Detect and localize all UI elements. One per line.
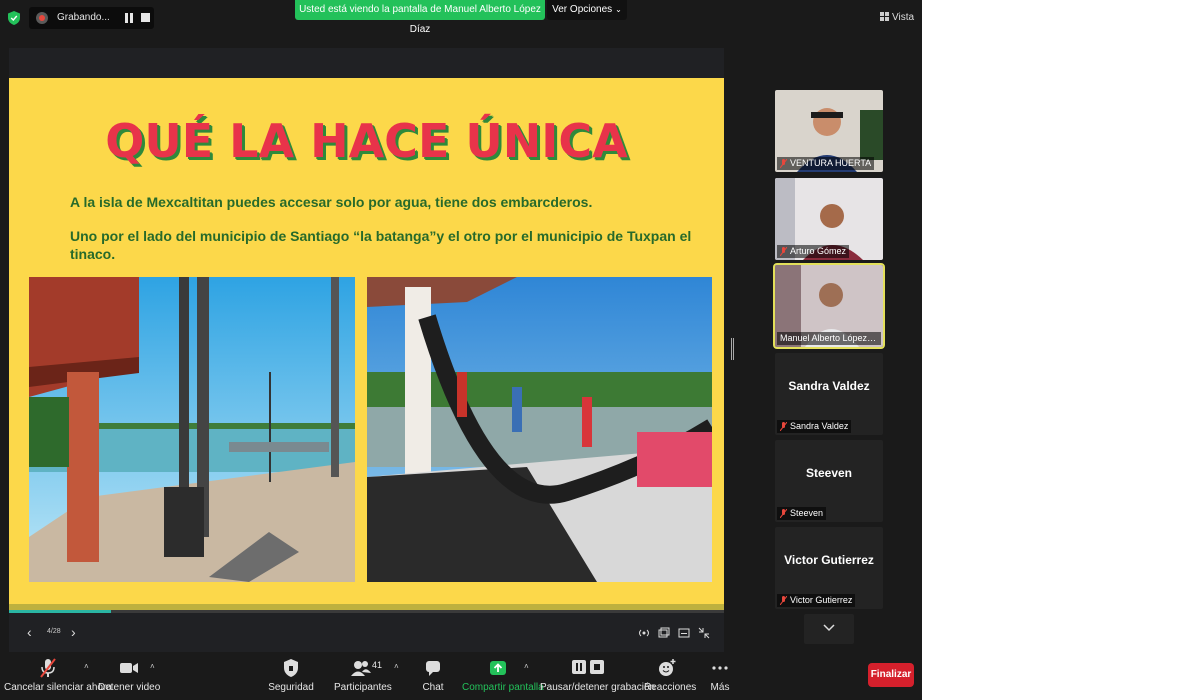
participant-name: Arturo Gómez — [790, 246, 847, 256]
stop-recording-icon[interactable] — [141, 13, 150, 22]
reactions-label: Reacciones — [644, 682, 697, 693]
view-options-label: Ver Opciones — [552, 4, 613, 15]
participants-count: 41 — [372, 660, 383, 670]
chat-label: Chat — [422, 682, 444, 693]
end-meeting-button[interactable]: Finalizar — [868, 663, 914, 687]
slide-progress-bar — [9, 610, 724, 613]
slide-title: QUÉ LA HACE ÚNICA — [105, 114, 628, 168]
participant-tile[interactable]: VENTURA HUERTA — [775, 90, 883, 172]
share-screen-icon — [490, 661, 506, 675]
participant-tile[interactable]: Arturo Gómez — [775, 178, 883, 260]
more-label: Más — [710, 682, 730, 693]
participants-icon — [351, 661, 371, 676]
dock-photo-left — [29, 277, 355, 582]
presentation-tools — [638, 626, 710, 639]
grid-icon — [880, 12, 889, 21]
next-slide-icon[interactable]: › — [71, 624, 76, 640]
audio-options-chevron-icon[interactable]: ˄ — [84, 662, 89, 671]
chevron-down-icon: ⌄ — [615, 5, 622, 14]
participant-tile[interactable]: Sandra Valdez Sandra Valdez — [775, 353, 883, 435]
participant-name: Steeven — [790, 508, 824, 518]
recording-indicator: Grabando... — [29, 7, 154, 29]
unmute-label: Cancelar silenciar ahora — [4, 682, 112, 693]
reaction-smiley-icon — [659, 659, 676, 676]
exit-fullscreen-icon[interactable] — [698, 626, 710, 639]
participant-name: Manuel Alberto López D... — [780, 333, 881, 343]
unmute-button[interactable]: Cancelar silenciar ahora — [4, 652, 112, 700]
meeting-window: Grabando... Usted está viendo la pantall… — [0, 0, 922, 700]
recording-label: Grabando... — [57, 12, 110, 23]
slide-progress-fill — [9, 610, 112, 613]
slide-paragraph-2: Uno por el lado del municipio de Santiag… — [70, 228, 692, 262]
screen-share-banner: Usted está viendo la pantalla de Manuel … — [295, 0, 545, 35]
window-icon[interactable] — [658, 626, 670, 638]
more-participants-button[interactable] — [804, 614, 854, 644]
participants-options-chevron-icon[interactable]: ˄ — [394, 662, 399, 671]
previous-slide-icon[interactable]: ‹ — [27, 624, 32, 640]
chat-bubble-icon — [426, 661, 440, 676]
presentation-slide: QUÉ LA HACE ÚNICA A la isla de Mexcaltit… — [9, 78, 724, 613]
security-button[interactable]: Seguridad — [266, 652, 316, 700]
presentation-controls: ‹ 4/28 › — [9, 618, 724, 648]
muted-mic-icon — [780, 509, 787, 518]
view-button-label: Vista — [892, 12, 915, 23]
participant-name: VENTURA HUERTA — [790, 158, 872, 168]
muted-mic-icon — [780, 596, 787, 605]
reactions-button[interactable]: Reacciones — [644, 652, 697, 700]
participant-tile[interactable]: Victor Gutierrez Victor Gutierrez — [775, 527, 883, 609]
participant-name-tag: Sandra Valdez — [777, 420, 852, 433]
slide-page-indicator: 4/28 — [47, 628, 61, 635]
meeting-toolbar: Cancelar silenciar ahora ˄ Detener video… — [0, 652, 922, 700]
pause-stop-recording-button[interactable]: Pausar/detener grabación — [540, 652, 656, 700]
share-options-chevron-icon[interactable]: ˄ — [524, 662, 529, 671]
more-dots-icon — [712, 666, 728, 670]
muted-mic-icon — [780, 159, 787, 168]
participant-name-tag: Arturo Gómez — [777, 245, 850, 258]
participant-tile[interactable]: Steeven Steeven — [775, 440, 883, 522]
slide-paragraph-1: A la isla de Mexcaltitan puedes accesar … — [70, 194, 593, 210]
dock-photo-right — [367, 277, 712, 582]
record-label: Pausar/detener grabación — [540, 682, 656, 693]
security-label: Seguridad — [268, 682, 314, 693]
view-button[interactable]: Vista — [880, 8, 914, 28]
more-button[interactable]: Más — [706, 652, 734, 700]
subtitles-icon[interactable] — [678, 626, 690, 638]
participant-name: Sandra Valdez — [790, 421, 849, 431]
muted-mic-icon — [780, 422, 787, 431]
pause-stop-recording-icon — [572, 660, 604, 674]
participant-name-tag: Manuel Alberto López D... — [777, 332, 881, 345]
participant-name: Victor Gutierrez — [790, 595, 853, 605]
chat-button[interactable]: Chat — [418, 652, 448, 700]
participant-display-name: Steeven — [805, 466, 853, 480]
participant-display-name: Sandra Valdez — [788, 379, 870, 393]
participants-label: Participantes — [334, 682, 392, 693]
stop-video-button[interactable]: Detener video — [98, 652, 160, 700]
participant-name-tag: Steeven — [777, 507, 827, 520]
muted-mic-icon — [780, 247, 787, 256]
stop-video-label: Detener video — [98, 682, 161, 693]
security-shield-icon[interactable] — [8, 11, 20, 25]
security-shield-icon — [284, 659, 298, 677]
video-camera-icon — [120, 663, 138, 673]
participant-display-name: Victor Gutierrez — [784, 553, 874, 567]
video-options-chevron-icon[interactable]: ˄ — [150, 662, 155, 671]
share-screen-button[interactable]: Compartir pantalla — [462, 652, 544, 700]
participant-name-tag: Victor Gutierrez — [777, 594, 856, 607]
chevron-down-icon — [823, 624, 835, 632]
microphone-muted-icon — [40, 658, 56, 678]
panel-resize-handle[interactable] — [731, 338, 734, 360]
pause-recording-icon[interactable] — [124, 13, 134, 23]
broadcast-icon[interactable] — [638, 626, 650, 638]
recording-dot-icon — [36, 12, 48, 24]
participant-tile-active-speaker[interactable]: Manuel Alberto López D... — [773, 263, 885, 349]
view-options-button[interactable]: Ver Opciones ⌄ — [547, 0, 627, 20]
share-screen-label: Compartir pantalla — [462, 682, 544, 693]
participant-name-tag: VENTURA HUERTA — [777, 157, 875, 170]
